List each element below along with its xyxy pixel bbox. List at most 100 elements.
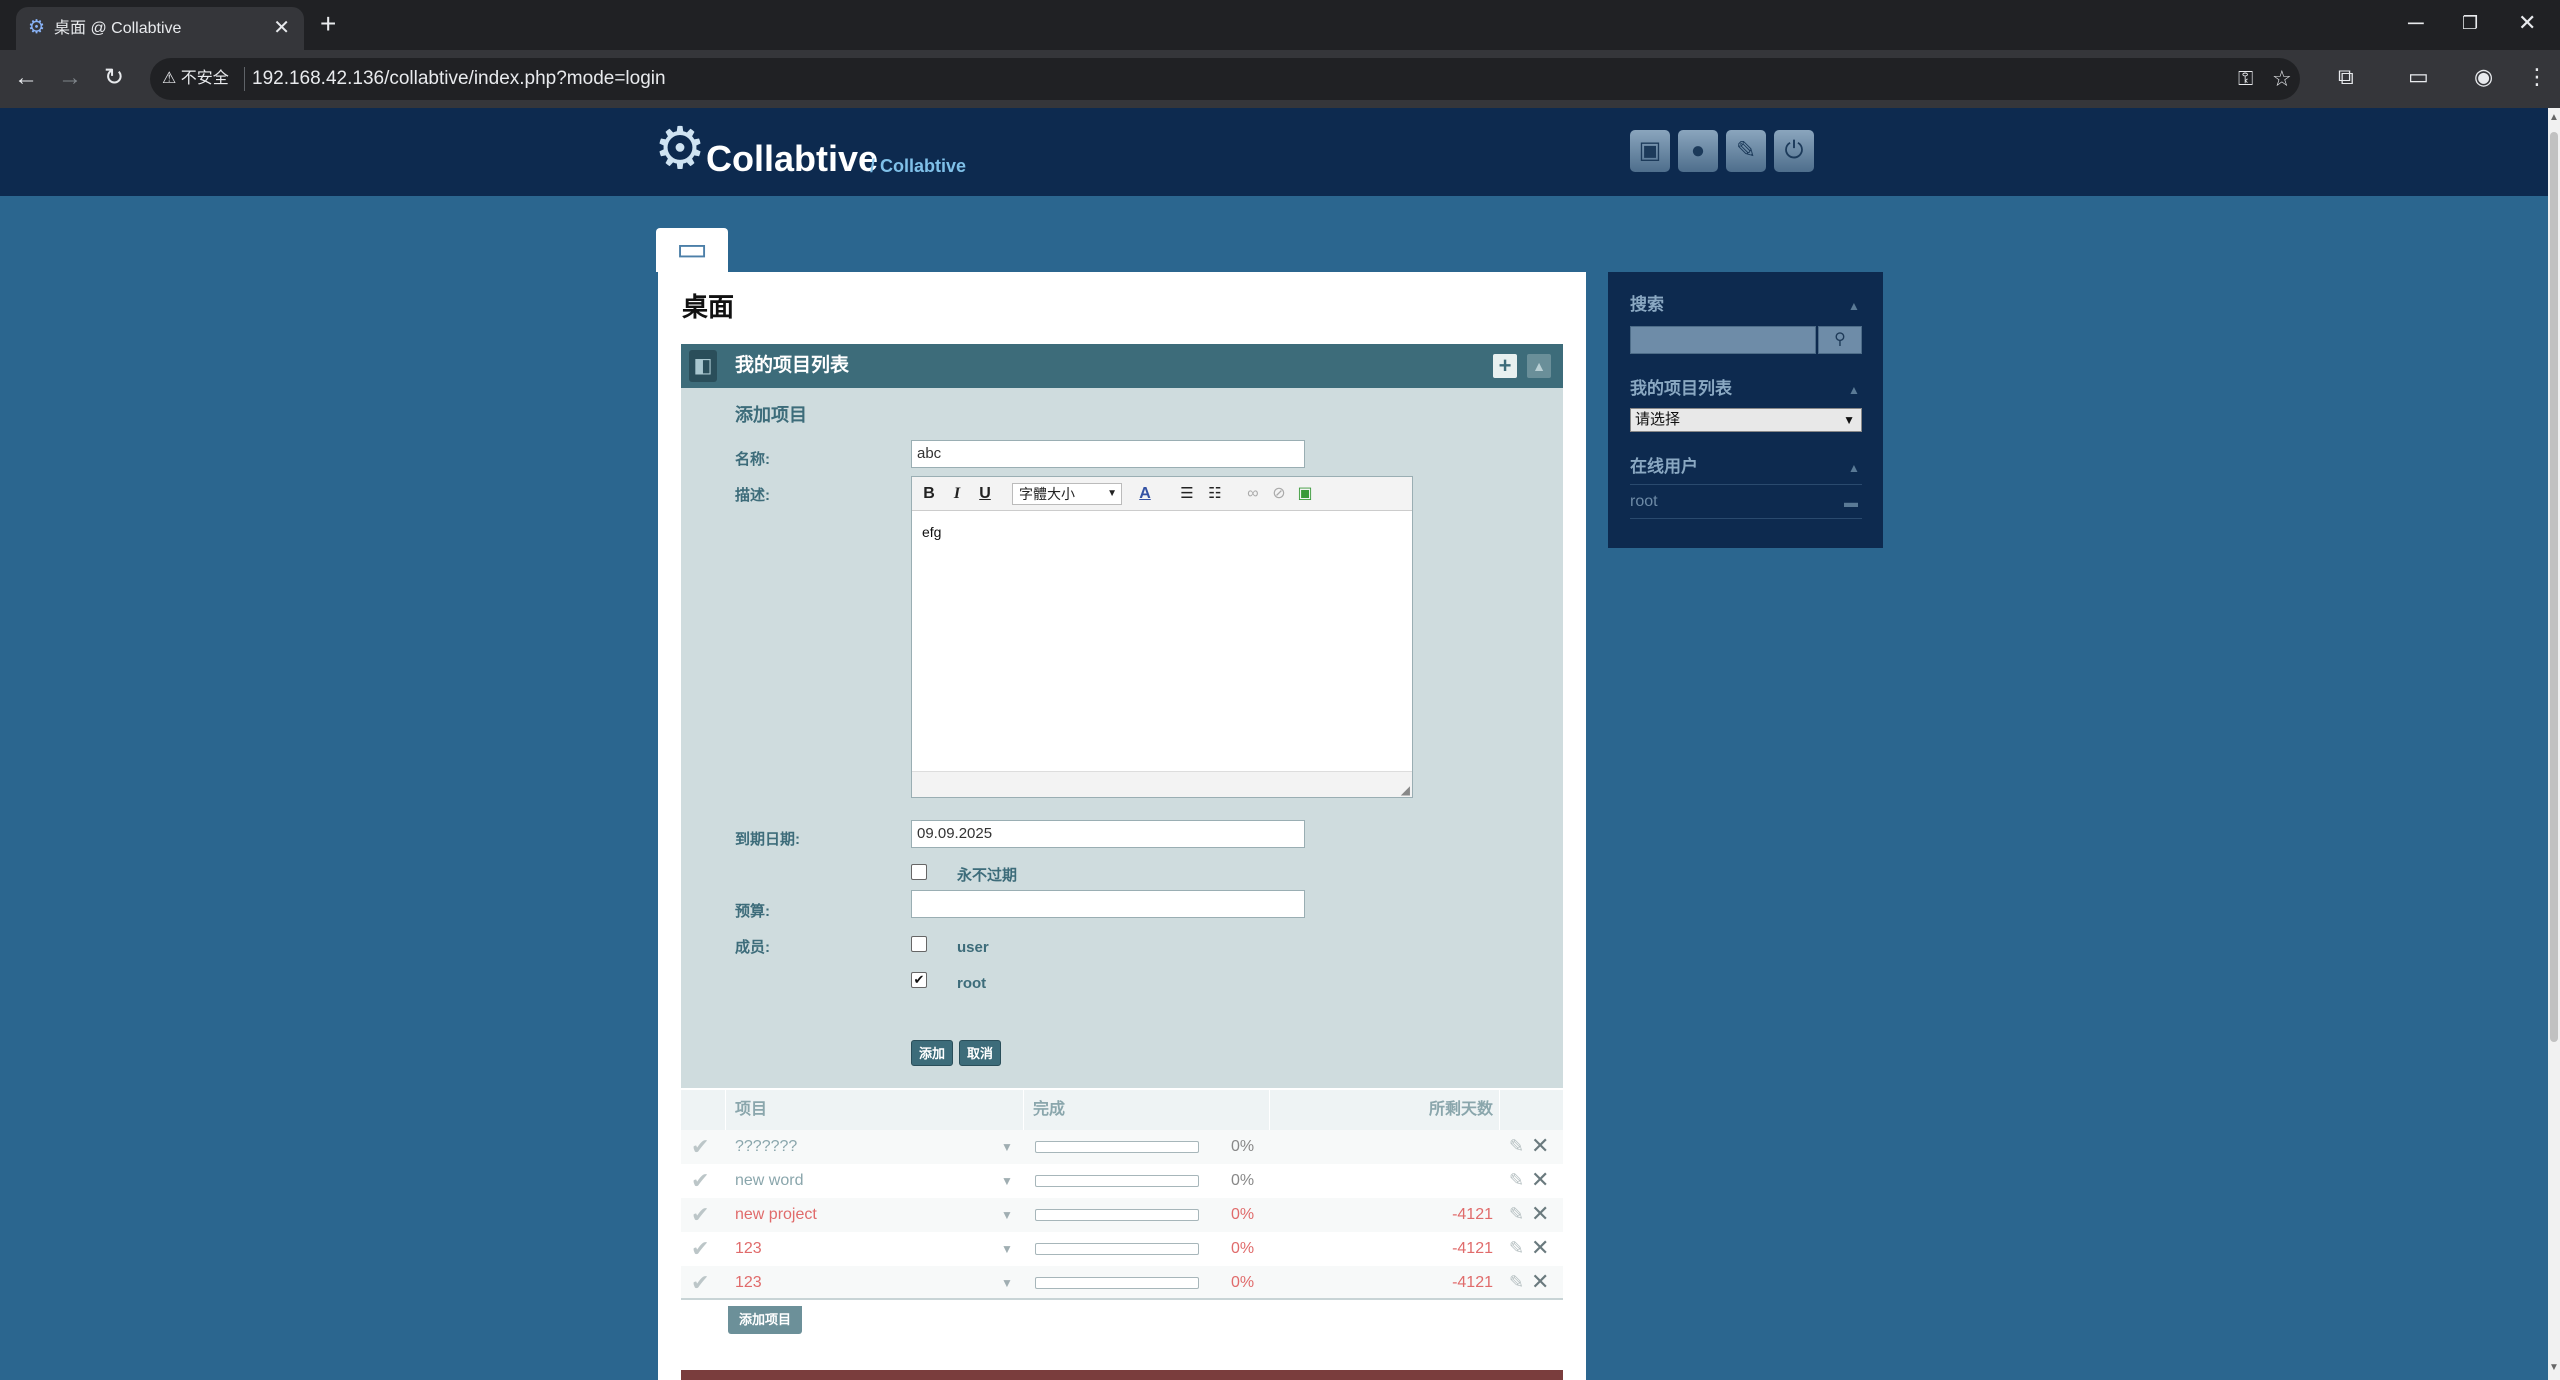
logo-subtitle[interactable]: / Collabtive	[870, 155, 966, 177]
delete-icon[interactable]: ✕	[1531, 1235, 1549, 1261]
column-days-left[interactable]: 所剩天数	[1421, 1100, 1493, 1120]
online-user[interactable]: root	[1630, 492, 1658, 512]
key-icon[interactable]: ⚿	[2238, 65, 2253, 93]
description-editor[interactable]: B I U 字體大小 ▼ A ☰ ☷ ∞ ⊘ ▣ efg ◢	[911, 476, 1413, 798]
bold-icon[interactable]: B	[918, 483, 940, 505]
menu-icon[interactable]: ⋮	[2526, 63, 2548, 91]
expand-arrow-icon[interactable]: ▼	[1001, 1138, 1013, 1156]
add-button[interactable]: 添加	[911, 1040, 953, 1066]
forward-icon[interactable]: →	[58, 64, 82, 92]
delete-icon[interactable]: ✕	[1531, 1167, 1549, 1193]
expand-arrow-icon[interactable]: ▼	[1001, 1206, 1013, 1224]
underline-icon[interactable]: U	[974, 483, 996, 505]
scrollbar-thumb[interactable]	[2550, 132, 2558, 1042]
editor-toolbar: B I U 字體大小 ▼ A ☰ ☷ ∞ ⊘ ▣	[912, 477, 1412, 511]
logout-nav-button[interactable]: ⏻	[1774, 130, 1814, 172]
security-indicator[interactable]: ⚠ 不安全	[162, 68, 229, 90]
search-button[interactable]: ⚲	[1818, 326, 1862, 354]
resize-handle-icon[interactable]: ◢	[1401, 783, 1410, 797]
desktop-icon: ▣	[1638, 137, 1662, 164]
member-user-checkbox[interactable]	[911, 936, 927, 952]
never-expire-label: 永不过期	[957, 867, 1018, 884]
font-color-icon[interactable]: A	[1134, 483, 1156, 505]
collapse-arrow-icon[interactable]: ▲	[1848, 382, 1860, 398]
search-title[interactable]: 搜索	[1630, 294, 1664, 316]
expand-arrow-icon[interactable]: ▼	[1001, 1172, 1013, 1190]
address-divider	[244, 67, 245, 91]
media-icon[interactable]: ▭	[2408, 63, 2429, 91]
collabtive-gear-icon: ⚙	[28, 17, 46, 38]
never-expire-checkbox[interactable]	[911, 864, 927, 880]
window-close-icon[interactable]: ✕	[2518, 10, 2536, 36]
chat-icon[interactable]: ▬	[1844, 492, 1858, 512]
link-icon[interactable]: ∞	[1242, 483, 1264, 505]
add-project-button[interactable]: 添加项目	[728, 1306, 802, 1334]
complete-check-icon[interactable]: ✔	[691, 1168, 709, 1194]
collapse-arrow-icon[interactable]: ▲	[1848, 460, 1860, 476]
collapse-arrow-icon[interactable]: ▲	[1848, 298, 1860, 314]
extensions-icon[interactable]: ⧉	[2338, 63, 2354, 91]
close-tab-icon[interactable]: ✕	[273, 17, 290, 39]
column-project[interactable]: 项目	[735, 1100, 767, 1120]
numbered-list-icon[interactable]: ☷	[1204, 483, 1226, 505]
search-input[interactable]	[1630, 326, 1816, 354]
edit-icon[interactable]: ✎	[1509, 1270, 1524, 1294]
profile-icon[interactable]: ◉	[2474, 63, 2493, 91]
projects-select-value: 请选择	[1635, 411, 1681, 428]
bullet-list-icon[interactable]: ☰	[1176, 483, 1198, 505]
projects-select[interactable]: 请选择 ▼	[1630, 408, 1862, 432]
description-text[interactable]: efg	[922, 523, 941, 541]
delete-icon[interactable]: ✕	[1531, 1201, 1549, 1227]
browser-toolbar: ← → ↻ ⚠ 不安全 192.168.42.136/collabtive/in…	[0, 50, 2560, 108]
desktop-nav-button[interactable]: ▣	[1630, 130, 1670, 172]
admin-nav-button[interactable]: ✎	[1726, 130, 1766, 172]
due-date-input[interactable]: 09.09.2025	[911, 820, 1305, 848]
back-icon[interactable]: ←	[14, 64, 38, 92]
minimize-icon[interactable]: ─	[2408, 10, 2424, 36]
image-icon[interactable]: ▣	[1294, 483, 1316, 505]
add-project-icon[interactable]: +	[1493, 354, 1517, 378]
delete-icon[interactable]: ✕	[1531, 1133, 1549, 1159]
project-name[interactable]: 123	[735, 1273, 762, 1293]
complete-check-icon[interactable]: ✔	[691, 1134, 709, 1160]
restore-icon[interactable]: ❐	[2462, 10, 2478, 36]
expand-arrow-icon[interactable]: ▼	[1001, 1240, 1013, 1258]
complete-check-icon[interactable]: ✔	[691, 1270, 709, 1296]
browser-tab[interactable]: ⚙ 桌面 @ Collabtive ✕	[16, 7, 304, 50]
complete-check-icon[interactable]: ✔	[691, 1236, 709, 1262]
progress-bar	[1035, 1175, 1199, 1187]
collapse-icon[interactable]: ▲	[1527, 354, 1551, 378]
my-projects-title[interactable]: 我的项目列表	[1630, 378, 1732, 400]
scroll-down-icon[interactable]: ▼	[2549, 1362, 2559, 1374]
reload-icon[interactable]: ↻	[104, 64, 124, 92]
edit-icon[interactable]: ✎	[1509, 1134, 1524, 1158]
cancel-button[interactable]: 取消	[959, 1040, 1001, 1066]
project-name[interactable]: new project	[735, 1205, 817, 1225]
name-input[interactable]: abc	[911, 440, 1305, 468]
project-name[interactable]: new word	[735, 1171, 803, 1191]
address-bar[interactable]: ⚠ 不安全 192.168.42.136/collabtive/index.ph…	[150, 58, 2300, 100]
column-complete[interactable]: 完成	[1033, 1100, 1065, 1120]
edit-icon[interactable]: ✎	[1509, 1236, 1524, 1260]
scroll-up-icon[interactable]: ▲	[2549, 112, 2559, 124]
bookmark-star-icon[interactable]: ☆	[2272, 65, 2292, 93]
member-root-checkbox[interactable]: ✔	[911, 972, 927, 988]
edit-icon[interactable]: ✎	[1509, 1202, 1524, 1226]
font-size-select[interactable]: 字體大小 ▼	[1012, 483, 1122, 505]
edit-icon[interactable]: ✎	[1509, 1168, 1524, 1192]
project-name[interactable]: 123	[735, 1239, 762, 1259]
italic-icon[interactable]: I	[946, 483, 968, 505]
profile-nav-button[interactable]: ●	[1678, 130, 1718, 172]
projects-panel-header[interactable]: ◧ 我的项目列表 + ▲	[681, 344, 1563, 388]
progress-bar	[1035, 1277, 1199, 1289]
projects-table-header: 项目 完成 所剩天数	[681, 1090, 1563, 1130]
online-users-title[interactable]: 在线用户	[1630, 456, 1698, 478]
url-text[interactable]: 192.168.42.136/collabtive/index.php?mode…	[252, 66, 666, 92]
delete-icon[interactable]: ✕	[1531, 1269, 1549, 1295]
complete-check-icon[interactable]: ✔	[691, 1202, 709, 1228]
expand-arrow-icon[interactable]: ▼	[1001, 1274, 1013, 1292]
unlink-icon[interactable]: ⊘	[1268, 483, 1290, 505]
budget-input[interactable]	[911, 890, 1305, 918]
project-name[interactable]: ???????	[735, 1137, 797, 1157]
new-tab-icon[interactable]: +	[320, 10, 336, 38]
